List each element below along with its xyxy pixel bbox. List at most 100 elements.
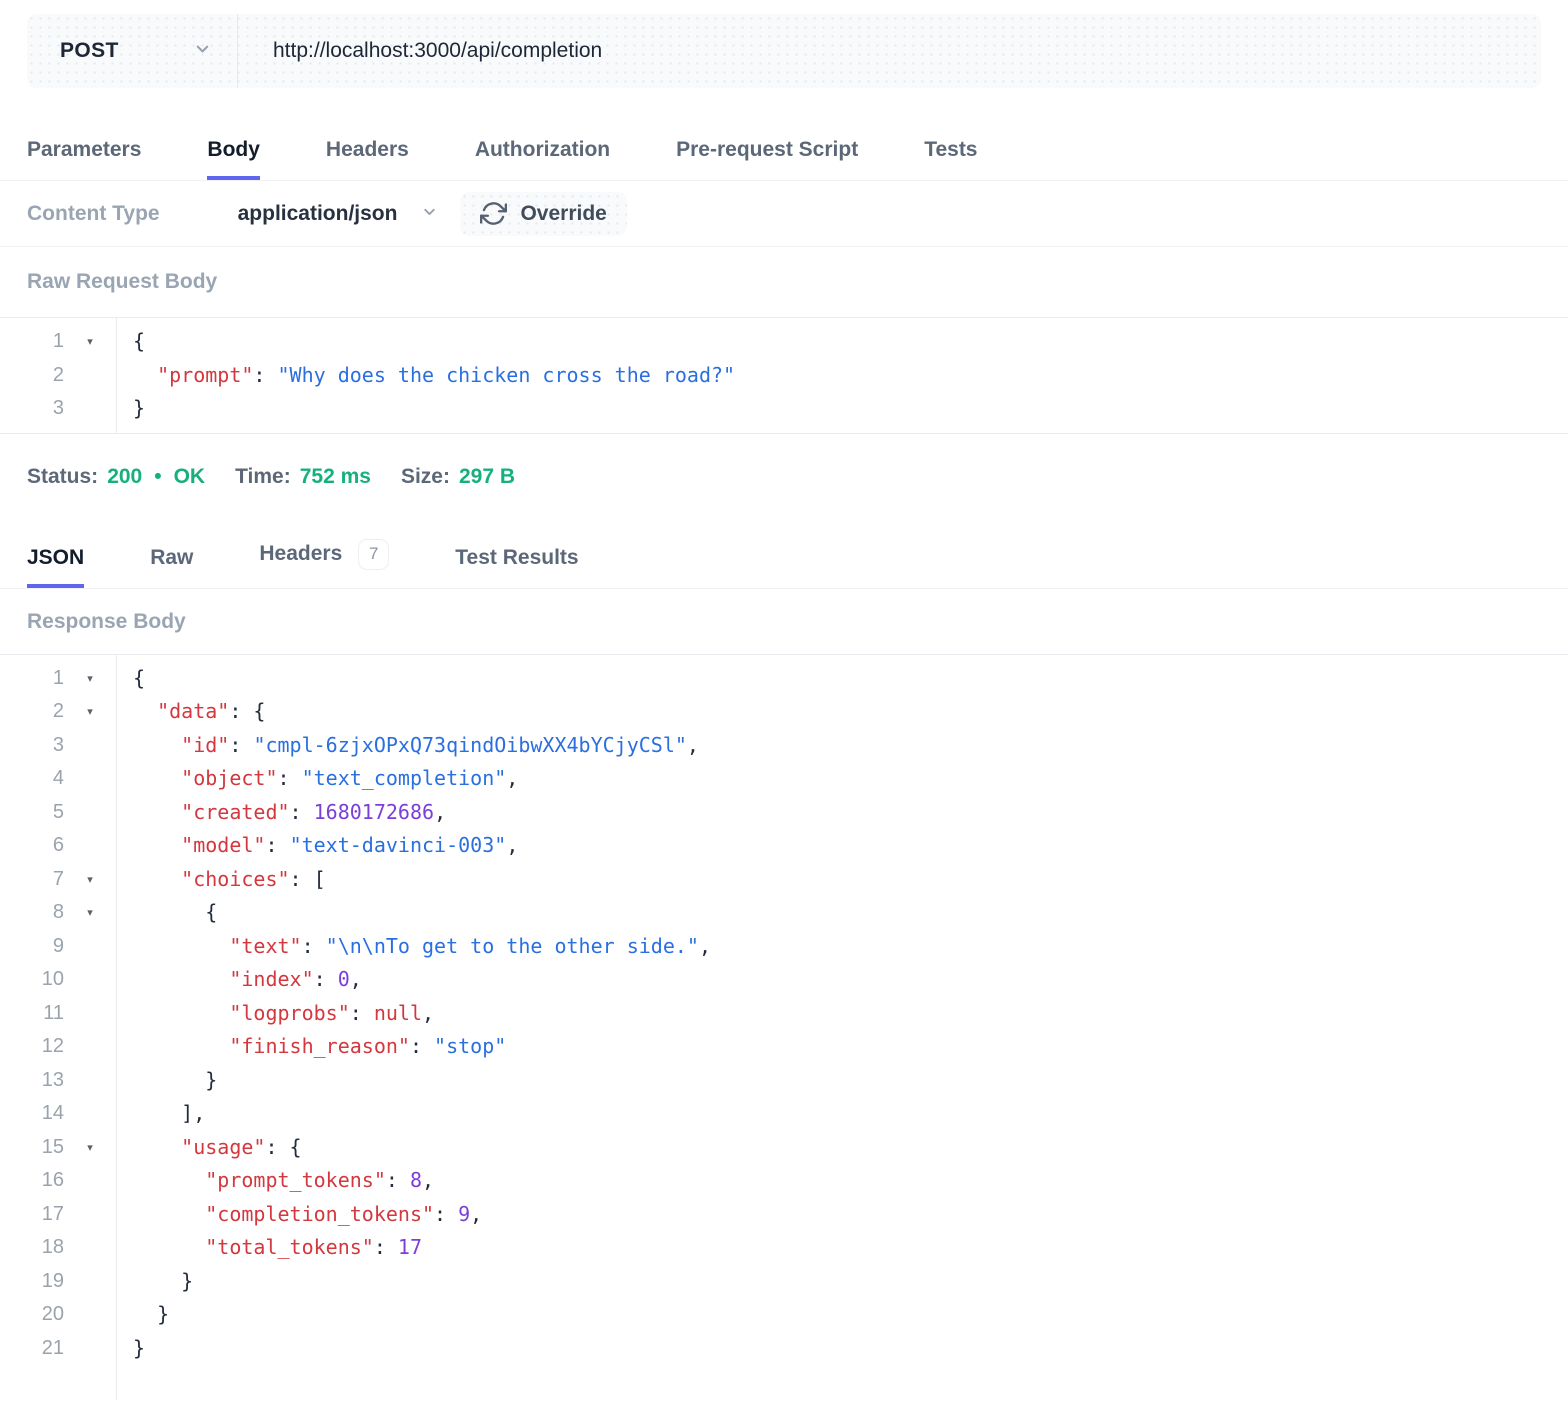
gutter-line: 16 <box>0 1164 116 1198</box>
triangle-down-fold-icon[interactable]: ▾ <box>64 672 116 685</box>
refresh-sync-icon <box>480 200 508 227</box>
line-number: 12 <box>41 1035 64 1058</box>
code-line[interactable]: "prompt_tokens": 8, <box>133 1164 1568 1198</box>
res-tab-headers[interactable]: Headers 7 <box>259 538 390 588</box>
code-line[interactable]: } <box>133 1064 1568 1098</box>
size-label: Size: <box>400 464 450 488</box>
res-tab-json[interactable]: JSON <box>27 546 85 588</box>
tab-tests[interactable]: Tests <box>924 138 977 180</box>
content-type-row: Content Type application/json Override <box>0 181 1568 247</box>
line-number: 13 <box>41 1068 64 1091</box>
gutter-line: 8 ▾ <box>0 896 116 930</box>
code-line[interactable]: "prompt": "Why does the chicken cross th… <box>133 359 1568 393</box>
gutter-line: 14 <box>0 1097 116 1131</box>
line-number: 5 <box>52 800 64 823</box>
gutter-line: 13 <box>0 1064 116 1098</box>
response-editor-gutter: 1 ▾ 2 ▾ 3 4 5 6 7 ▾ 8 ▾ 9 10 11 12 13 14 15 ▾ 16 17 18 19 20 21 <box>0 654 117 1400</box>
res-tab-raw[interactable]: Raw <box>150 546 193 588</box>
gutter-line: 7 ▾ <box>0 863 116 897</box>
gutter-line: 9 <box>0 930 116 964</box>
tab-parameters[interactable]: Parameters <box>27 138 141 180</box>
gutter-line: 2 <box>0 359 116 393</box>
res-tab-headers-label: Headers <box>259 542 343 565</box>
status-label: Status: <box>27 464 99 488</box>
code-line[interactable]: "id": "cmpl-6zjxOPxQ73qindOibwXX4bYCjyCS… <box>133 729 1568 763</box>
line-number: 3 <box>52 733 64 756</box>
line-number: 4 <box>52 767 64 790</box>
code-line[interactable]: "data": { <box>133 695 1568 729</box>
gutter-line: 19 <box>0 1265 116 1299</box>
gutter-line: 11 <box>0 997 116 1031</box>
triangle-down-fold-icon[interactable]: ▾ <box>64 1141 116 1154</box>
tab-authorization[interactable]: Authorization <box>475 138 610 180</box>
line-number: 18 <box>41 1236 64 1259</box>
line-number: 8 <box>52 901 64 924</box>
url-input[interactable]: http://localhost:3000/api/completion <box>238 14 1541 88</box>
code-line[interactable]: "model": "text-davinci-003", <box>133 829 1568 863</box>
code-line[interactable]: "usage": { <box>133 1131 1568 1165</box>
gutter-line: 18 <box>0 1231 116 1265</box>
code-line[interactable]: "completion_tokens": 9, <box>133 1198 1568 1232</box>
code-line[interactable]: { <box>133 325 1568 359</box>
code-line[interactable]: "finish_reason": "stop" <box>133 1030 1568 1064</box>
line-number: 14 <box>41 1102 64 1125</box>
code-line[interactable]: } <box>133 392 1568 426</box>
override-label: Override <box>520 201 607 225</box>
status-separator-dot: • <box>154 464 162 488</box>
code-line[interactable]: } <box>133 1332 1568 1366</box>
request-url-bar: POST http://localhost:3000/api/completio… <box>27 14 1541 88</box>
gutter-line: 20 <box>0 1298 116 1332</box>
code-line[interactable]: "choices": [ <box>133 863 1568 897</box>
res-tab-test-results[interactable]: Test Results <box>455 546 578 588</box>
size-value: 297 B <box>458 464 516 488</box>
gutter-line: 21 <box>0 1332 116 1366</box>
gutter-line: 3 <box>0 729 116 763</box>
status-code: 200 <box>107 464 143 488</box>
triangle-down-fold-icon[interactable]: ▾ <box>64 705 116 718</box>
line-number: 21 <box>41 1336 64 1359</box>
line-number: 16 <box>41 1169 64 1192</box>
line-number: 7 <box>52 867 64 890</box>
gutter-line: 15 ▾ <box>0 1131 116 1165</box>
line-number: 20 <box>41 1303 64 1326</box>
gutter-line: 2 ▾ <box>0 695 116 729</box>
code-line[interactable]: "created": 1680172686, <box>133 796 1568 830</box>
code-line[interactable]: "text": "\n\nTo get to the other side.", <box>133 930 1568 964</box>
code-line[interactable]: } <box>133 1265 1568 1299</box>
code-line[interactable]: } <box>133 1298 1568 1332</box>
gutter-line: 12 <box>0 1030 116 1064</box>
headers-count-badge: 7 <box>358 538 390 570</box>
time-group: Time: 752 ms <box>235 465 371 489</box>
status-group: Status: 200 • OK <box>27 465 205 489</box>
request-tabs: Parameters Body Headers Authorization Pr… <box>0 88 1568 181</box>
triangle-down-fold-icon[interactable]: ▾ <box>64 335 116 348</box>
code-line[interactable]: { <box>133 896 1568 930</box>
code-line[interactable]: ], <box>133 1097 1568 1131</box>
code-line[interactable]: "total_tokens": 17 <box>133 1231 1568 1265</box>
method-dropdown[interactable]: POST <box>27 14 237 88</box>
request-editor-gutter: 1 ▾ 2 3 <box>0 318 117 433</box>
line-number: 1 <box>52 666 64 689</box>
request-body-editor: 1 ▾ 2 3 { "prompt": "Why does the chicken c… <box>0 317 1568 434</box>
triangle-down-fold-icon[interactable]: ▾ <box>64 906 116 919</box>
gutter-line: 1 ▾ <box>0 662 116 696</box>
raw-request-body-label: Raw Request Body <box>27 270 218 293</box>
response-body-label: Response Body <box>27 609 186 633</box>
code-line[interactable]: { <box>133 662 1568 696</box>
time-value: 752 ms <box>299 464 371 488</box>
code-line[interactable]: "object": "text_completion", <box>133 762 1568 796</box>
override-button[interactable]: Override <box>460 191 627 236</box>
tab-headers[interactable]: Headers <box>326 138 409 180</box>
response-tabs: JSON Raw Headers 7 Test Results <box>0 520 1568 589</box>
response-editor-code[interactable]: { "data": { "id": "cmpl-6zjxOPxQ73qindOi… <box>117 655 1568 1400</box>
triangle-down-fold-icon[interactable]: ▾ <box>64 873 116 886</box>
content-type-dropdown[interactable]: application/json <box>238 202 439 226</box>
tab-body[interactable]: Body <box>207 138 260 180</box>
tab-pre-request-script[interactable]: Pre-request Script <box>676 138 858 180</box>
line-number: 6 <box>52 834 64 857</box>
code-line[interactable]: "index": 0, <box>133 963 1568 997</box>
gutter-line: 10 <box>0 963 116 997</box>
request-editor-code[interactable]: { "prompt": "Why does the chicken cross … <box>117 318 1568 433</box>
line-number: 2 <box>52 363 64 386</box>
code-line[interactable]: "logprobs": null, <box>133 997 1568 1031</box>
